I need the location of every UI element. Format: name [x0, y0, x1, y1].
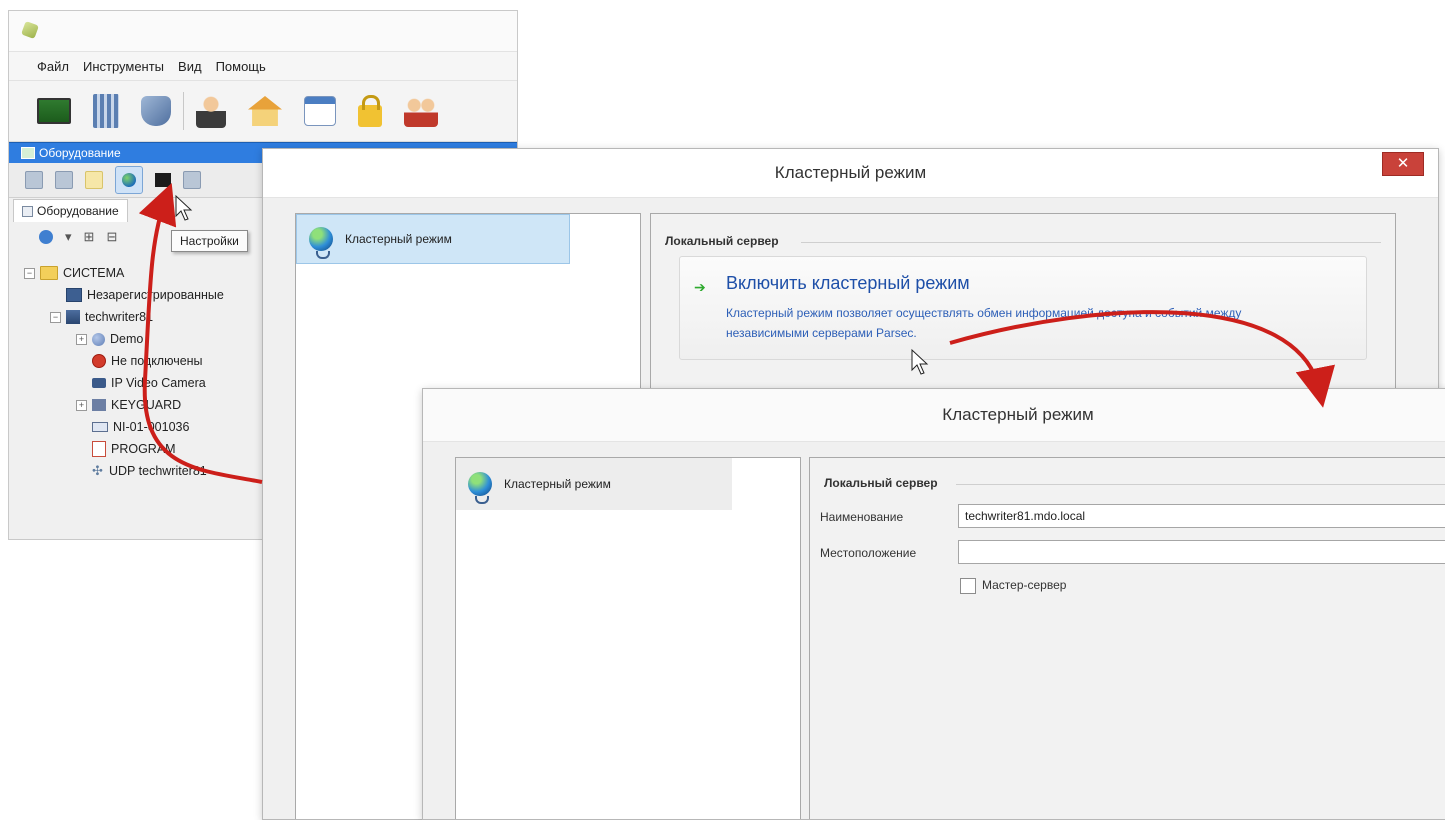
user-icon[interactable] [196, 94, 226, 128]
tree-item-label: techwriter81 [85, 310, 154, 324]
tree-expander-icon[interactable]: − [24, 267, 35, 279]
calendar-icon[interactable] [304, 96, 336, 126]
terminal-icon[interactable] [155, 173, 171, 187]
menu-file[interactable]: Файл [37, 59, 69, 74]
lock-icon[interactable] [358, 95, 382, 127]
enable-cluster-description: Кластерный режим позволяет осуществлять … [726, 306, 1242, 340]
building-icon[interactable] [93, 94, 119, 128]
close-button[interactable]: ✕ [1382, 152, 1424, 176]
menu-view[interactable]: Вид [178, 59, 202, 74]
tree-item-label: Demo [110, 332, 144, 346]
tree-expander-icon[interactable]: + [76, 399, 87, 411]
location-label: Местоположение [820, 546, 917, 560]
master-server-label: Мастер-сервер [982, 578, 1067, 592]
camera-icon [92, 378, 106, 388]
subtoolbar-icon-3[interactable] [85, 171, 103, 189]
globe-icon [468, 472, 492, 504]
dialog-2-title: Кластерный режим [942, 405, 1094, 424]
dialog-2-content-panel: Локальный сервер Наименование Местополож… [809, 457, 1445, 819]
subtoolbar-icon-1[interactable] [25, 171, 43, 189]
group-divider [801, 242, 1381, 243]
local-server-group-title: Локальный сервер [824, 476, 938, 490]
program-icon [92, 441, 106, 457]
dialog-2-titlebar: Кластерный режим [423, 389, 1445, 442]
tree-item[interactable]: − techwriter81 [24, 306, 224, 328]
subtoolbar-icon-6[interactable] [183, 171, 201, 189]
globe-icon [122, 173, 136, 187]
navigate-icon[interactable] [39, 230, 53, 244]
tree-item-label: IP Video Camera [111, 376, 206, 390]
group-divider [956, 484, 1445, 485]
tree-item[interactable]: − СИСТЕМА [24, 262, 224, 284]
equipment-tree: − СИСТЕМА Незарегистрированные − techwriter8… [24, 262, 224, 482]
subtoolbar-icon-2[interactable] [55, 171, 73, 189]
name-input[interactable] [958, 504, 1445, 528]
app-titlebar [9, 11, 517, 52]
tab-equipment[interactable]: Оборудование [13, 199, 128, 222]
tree-item[interactable]: NI-01-001036 [24, 416, 224, 438]
toolbar-separator [183, 92, 184, 130]
dialog-1-titlebar: Кластерный режим ✕ [263, 149, 1438, 198]
shield-icon[interactable] [141, 96, 171, 126]
tree-item[interactable]: IP Video Camera [24, 372, 224, 394]
cluster-settings-button[interactable] [115, 166, 143, 194]
pc-icon [66, 288, 82, 302]
tree-item[interactable]: ✣ UDP techwriter81 [24, 460, 224, 482]
tree-item[interactable]: Не подключены [24, 350, 224, 372]
name-label: Наименование [820, 510, 904, 524]
tree-item-label: Не подключены [111, 354, 203, 368]
folder-icon [40, 266, 58, 280]
settings-tooltip: Настройки [171, 230, 248, 252]
tree-item[interactable]: Незарегистрированные [24, 284, 224, 306]
stop-icon [92, 354, 106, 368]
tree-item-label: NI-01-001036 [113, 420, 190, 434]
tree-item[interactable]: + Demo [24, 328, 224, 350]
menu-tools[interactable]: Инструменты [83, 59, 164, 74]
nav-item-label: Кластерный режим [504, 477, 611, 491]
globe-icon [309, 227, 333, 259]
tree-item[interactable]: + KEYGUARD [24, 394, 224, 416]
dropdown-arrow-icon[interactable]: ▾ [65, 229, 72, 245]
tree-item-label: KEYGUARD [111, 398, 182, 412]
green-arrow-icon: ➔ [694, 279, 706, 295]
tree-item-label: PROGRAM [111, 442, 176, 456]
nav-item-label: Кластерный режим [345, 232, 452, 246]
keyguard-icon [92, 399, 106, 411]
house-icon[interactable] [248, 96, 282, 126]
expand-all-icon[interactable]: ⊞ [84, 229, 95, 245]
master-server-checkbox[interactable] [960, 578, 976, 594]
tree-item[interactable]: PROGRAM [24, 438, 224, 460]
menu-bar: Файл Инструменты Вид Помощь [9, 52, 517, 81]
collapse-all-icon[interactable]: ⊟ [106, 229, 117, 245]
tree-item-label: СИСТЕМА [63, 266, 125, 280]
enable-cluster-title: Включить кластерный режим [726, 273, 970, 293]
dialog-2-nav-panel: Кластерный режим [455, 457, 801, 819]
menu-help[interactable]: Помощь [216, 59, 266, 74]
tree-item-label: UDP techwriter81 [109, 464, 207, 478]
location-input[interactable] [958, 540, 1445, 564]
server-icon [66, 310, 80, 324]
app-logo-icon [21, 21, 39, 39]
cluster-dialog-2: Кластерный режим Кластерный режим Локаль… [422, 388, 1445, 820]
tree-expander-icon[interactable]: + [76, 333, 87, 345]
dialog-1-title: Кластерный режим [774, 163, 927, 182]
tree-item-label: Незарегистрированные [87, 288, 224, 302]
local-server-group-title: Локальный сервер [665, 234, 779, 248]
udp-icon: ✣ [92, 463, 103, 478]
equipment-board-icon[interactable] [37, 98, 71, 124]
nav-item-cluster-mode[interactable]: Кластерный режим [296, 214, 570, 264]
enable-cluster-command-link[interactable]: ➔ Включить кластерный режим Кластерный р… [679, 256, 1367, 360]
nav-item-cluster-mode[interactable]: Кластерный режим [456, 458, 732, 510]
ni-icon [92, 422, 108, 432]
globe-icon [92, 332, 105, 346]
users-icon[interactable] [404, 95, 438, 127]
tree-expander-icon[interactable]: − [50, 311, 61, 323]
main-toolbar [9, 81, 517, 142]
